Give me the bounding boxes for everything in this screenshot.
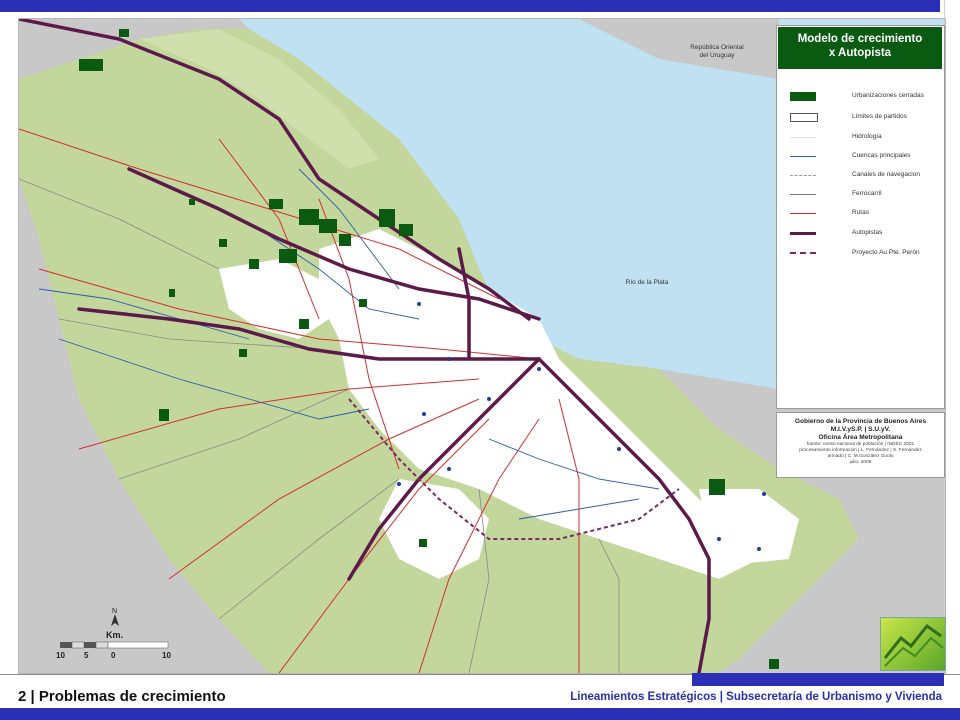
- uruguay-label: República Oriental del Uruguay: [690, 44, 744, 59]
- north-label: N: [112, 608, 117, 615]
- legend-item-hidrologia: Hidrología: [790, 130, 940, 144]
- legend-item-rutas: Rutas: [790, 206, 940, 220]
- scale-tick: 5: [84, 651, 89, 660]
- legend-symbol: [790, 232, 816, 235]
- footer-subtitle: Lineamientos Estratégicos | Subsecretarí…: [570, 691, 942, 703]
- legend-symbol: [790, 137, 816, 138]
- top-bar-gap: [940, 0, 960, 12]
- top-bar: [0, 0, 960, 12]
- north-arrow-icon: N Km.: [106, 608, 123, 640]
- credit-date: julio. 2006: [849, 460, 872, 465]
- legend-item-autopistas: Autopistas: [790, 226, 940, 240]
- legend-symbol: [790, 156, 816, 157]
- credit-government: Gobierno de la Provincia de Buenos Aires: [794, 418, 927, 425]
- scale-tick: 10: [162, 651, 171, 660]
- legend-symbol: [790, 175, 816, 176]
- legend-item-urbanizaciones: Urbanizaciones cerradas: [790, 89, 940, 103]
- credits-box: Gobierno de la Provincia de Buenos Aires…: [776, 412, 945, 478]
- page-title: 2 | Problemas de crecimiento: [18, 688, 226, 705]
- credit-ministry: M.I.V.yS.P. | S.U.yV.: [830, 426, 891, 433]
- scale-tick: 0: [111, 651, 116, 660]
- footer-accent-block: [692, 673, 944, 686]
- legend-item-proyecto: Proyecto Au Pte. Perón: [790, 246, 940, 260]
- scale-bar: 10 5 0 10: [56, 641, 171, 660]
- river-label: Río de la Plata: [625, 279, 669, 286]
- legend-item-ferrocarril: Ferrocarril: [790, 187, 940, 201]
- legend-item-canales: Canales de navegacion: [790, 168, 940, 182]
- legend-item-cuencas: Cuencas principales: [790, 149, 940, 163]
- legend-symbol: [790, 213, 816, 214]
- legend-title: Modelo de crecimiento x Autopista: [778, 27, 942, 69]
- legend-symbol: [790, 92, 816, 101]
- credit-office: Oficina Área Metropolitana: [818, 434, 903, 441]
- legend-item-limites: Límites de partidos: [790, 110, 940, 124]
- legend-symbol: [790, 194, 816, 195]
- legend-symbol: [790, 113, 818, 122]
- scale-unit: Km.: [106, 630, 123, 640]
- scale-tick: 10: [56, 651, 65, 660]
- legend-symbol: [790, 252, 816, 254]
- logo-graphic: [883, 623, 944, 667]
- ministry-logo-icon: [880, 617, 946, 671]
- bottom-bar: [0, 708, 960, 720]
